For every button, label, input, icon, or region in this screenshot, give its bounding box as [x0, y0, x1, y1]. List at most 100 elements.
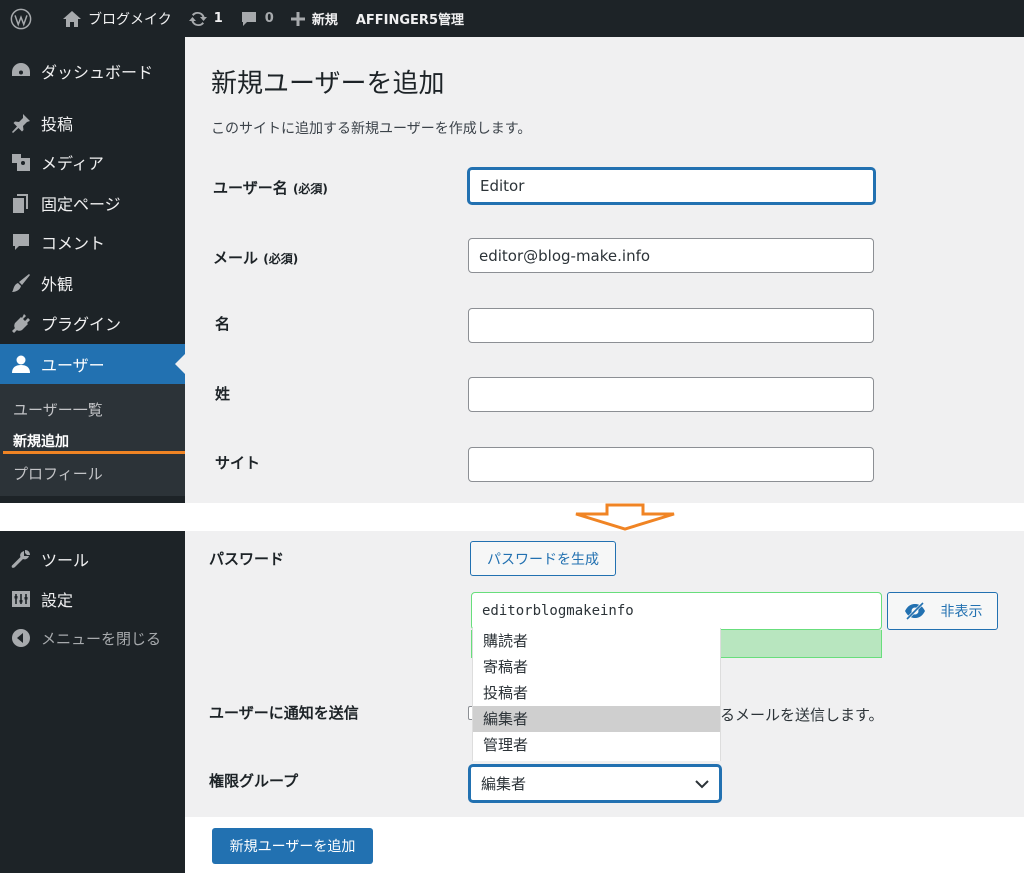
- menu-users[interactable]: ユーザー: [0, 344, 185, 384]
- menu-pages[interactable]: 固定ページ: [0, 183, 185, 223]
- affinger-label: AFFINGER5管理: [355, 13, 464, 28]
- hide-button-label: 非表示: [940, 604, 983, 620]
- submenu-profile[interactable]: プロフィール: [13, 463, 103, 484]
- role-label: 権限グループ: [209, 772, 299, 790]
- comments-count: 0: [264, 11, 274, 26]
- notify-label: ユーザーに通知を送信: [209, 704, 359, 722]
- brush-icon: [12, 274, 30, 292]
- menu-media[interactable]: メディア: [0, 142, 185, 182]
- menu-comments-label: コメント: [41, 234, 106, 253]
- role-option-subscriber[interactable]: 購読者: [473, 628, 720, 654]
- updates-link[interactable]: 1: [180, 0, 231, 37]
- updates-count: 1: [213, 11, 223, 26]
- menu-posts-label: 投稿: [41, 115, 74, 134]
- role-option-contributor[interactable]: 寄稿者: [473, 654, 720, 680]
- first-name-label: 名: [215, 315, 231, 333]
- annotation-underline: [3, 451, 185, 454]
- menu-users-label: ユーザー: [41, 356, 105, 375]
- users-submenu: ユーザー一覧 新規追加 プロフィール: [0, 384, 185, 496]
- admin-bar: ブログメイク 1 0 新規 AFFINGER5管理: [0, 0, 1024, 37]
- submenu-add-new[interactable]: 新規追加: [13, 431, 69, 451]
- website-input[interactable]: [468, 447, 874, 482]
- page-icon: [13, 194, 28, 213]
- menu-settings[interactable]: 設定: [0, 579, 185, 619]
- wordpress-icon: [10, 8, 32, 29]
- menu-dashboard-label: ダッシュボード: [41, 63, 154, 82]
- user-icon: [12, 355, 30, 373]
- username-input[interactable]: Editor: [468, 168, 875, 204]
- eye-hidden-icon: [904, 601, 925, 621]
- comments-link[interactable]: 0: [231, 0, 282, 37]
- username-label: ユーザー名 (必須): [213, 177, 328, 198]
- main-content-upper: 新規ユーザーを追加 このサイトに追加する新規ユーザーを作成します。 ユーザー名 …: [185, 37, 1024, 503]
- submenu-all-users[interactable]: ユーザー一覧: [13, 399, 103, 420]
- new-content-link[interactable]: 新規: [282, 0, 346, 37]
- role-dropdown-list: 購読者 寄稿者 投稿者 編集者 管理者: [472, 628, 721, 761]
- notify-text: するメールを送信します。: [705, 706, 884, 724]
- admin-sidebar-lower: ツール 設定 メニューを閉じる: [0, 531, 185, 873]
- comment-bubble-icon: [241, 11, 256, 26]
- add-new-user-button[interactable]: 新規ユーザーを追加: [212, 828, 373, 864]
- email-value: editor@blog-make.info: [479, 246, 651, 265]
- email-required: (必須): [263, 252, 299, 266]
- username-value: Editor: [480, 177, 525, 195]
- email-input[interactable]: editor@blog-make.info: [468, 238, 874, 273]
- page-description: このサイトに追加する新規ユーザーを作成します。: [211, 121, 532, 137]
- menu-pages-label: 固定ページ: [41, 195, 121, 214]
- password-label: パスワード: [209, 550, 285, 568]
- last-name-input[interactable]: [468, 377, 874, 412]
- wrench-icon: [11, 550, 30, 568]
- site-name-link[interactable]: ブログメイク: [54, 0, 180, 37]
- email-label-text: メール: [213, 249, 259, 267]
- wordpress-logo-icon[interactable]: [0, 0, 46, 37]
- username-required: (必須): [292, 182, 328, 196]
- menu-plugins[interactable]: プラグイン: [0, 303, 185, 343]
- last-name-label: 姓: [215, 385, 231, 403]
- role-selected-value: 編集者: [481, 775, 527, 793]
- email-label: メール (必須): [213, 247, 298, 268]
- pin-icon: [12, 114, 30, 133]
- role-option-administrator[interactable]: 管理者: [473, 732, 720, 758]
- collapse-icon: [12, 629, 30, 647]
- menu-plugins-label: プラグイン: [41, 315, 122, 334]
- website-label: サイト: [215, 454, 261, 472]
- plus-icon: [290, 11, 305, 26]
- main-content-lower: パスワード パスワードを生成 editorblogmakeinfo 非表示 ユー…: [185, 531, 1024, 817]
- role-select[interactable]: 編集者: [469, 765, 721, 802]
- role-option-editor[interactable]: 編集者: [473, 706, 720, 732]
- first-name-input[interactable]: [468, 308, 874, 343]
- active-menu-notch: [175, 354, 185, 374]
- generate-password-button[interactable]: パスワードを生成: [470, 541, 616, 576]
- menu-posts[interactable]: 投稿: [0, 103, 185, 143]
- menu-appearance-label: 外観: [41, 275, 74, 294]
- settings-icon: [12, 591, 30, 607]
- affinger-link[interactable]: AFFINGER5管理: [348, 0, 472, 37]
- new-label: 新規: [311, 13, 338, 28]
- username-label-text: ユーザー名: [213, 179, 288, 197]
- page-title: 新規ユーザーを追加: [211, 69, 445, 99]
- menu-settings-label: 設定: [41, 591, 74, 610]
- screenshot-divider: [0, 503, 1024, 531]
- password-value: editorblogmakeinfo: [482, 603, 634, 619]
- menu-collapse[interactable]: メニューを閉じる: [0, 618, 185, 658]
- home-icon: [63, 10, 81, 27]
- refresh-icon: [188, 11, 207, 26]
- menu-tools[interactable]: ツール: [0, 539, 185, 579]
- hide-password-button[interactable]: 非表示: [887, 592, 998, 630]
- menu-collapse-label: メニューを閉じる: [41, 629, 162, 648]
- chevron-down-icon: [695, 780, 709, 789]
- menu-appearance[interactable]: 外観: [0, 263, 185, 303]
- plugin-icon: [12, 314, 30, 333]
- menu-media-label: メディア: [41, 154, 104, 173]
- down-arrow-icon: [575, 503, 675, 531]
- media-icon: [12, 154, 30, 171]
- admin-sidebar-upper: ダッシュボード 投稿 メディア 固定ページ コメント 外観 プラグイン ユーザー…: [0, 37, 185, 503]
- dashboard-icon: [12, 63, 30, 76]
- menu-tools-label: ツール: [41, 551, 90, 570]
- role-option-author[interactable]: 投稿者: [473, 680, 720, 706]
- menu-comments[interactable]: コメント: [0, 222, 185, 262]
- password-input[interactable]: editorblogmakeinfo: [471, 592, 882, 630]
- site-name: ブログメイク: [88, 11, 172, 28]
- menu-dashboard[interactable]: ダッシュボード: [0, 51, 185, 91]
- comment-icon: [13, 234, 29, 250]
